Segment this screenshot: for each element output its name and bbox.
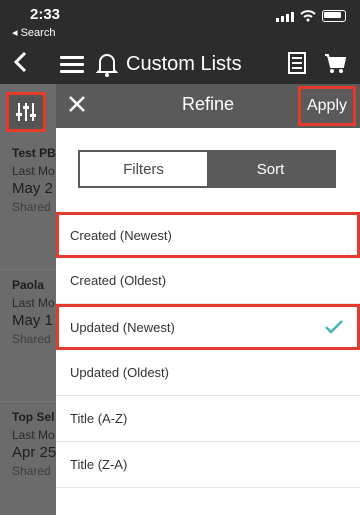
battery-icon xyxy=(322,10,346,22)
list-item-meta: Last Mo xyxy=(12,296,55,310)
sort-option-label: Title (A-Z) xyxy=(70,411,128,426)
list-item-shared: Shared xyxy=(12,464,51,478)
menu-icon[interactable] xyxy=(60,52,84,77)
tab-filters[interactable]: Filters xyxy=(80,152,207,186)
sort-option-updated-oldest[interactable]: Updated (Oldest) xyxy=(56,350,360,396)
apply-button[interactable]: Apply xyxy=(298,86,356,126)
bell-icon[interactable] xyxy=(96,51,118,77)
list-item-title: Paola xyxy=(12,278,45,292)
tab-sort[interactable]: Sort xyxy=(207,152,334,186)
sort-option-label: Updated (Oldest) xyxy=(70,365,169,380)
custom-lists-list: Test PB Last Mo May 2 Shared Paola Last … xyxy=(0,84,56,515)
sort-option-label: Created (Oldest) xyxy=(70,273,167,288)
back-to-search-link[interactable]: ◂ Search xyxy=(12,26,55,39)
list-item-shared: Shared xyxy=(12,332,51,346)
filter-toggle-button[interactable] xyxy=(6,92,46,132)
back-chevron-icon[interactable] xyxy=(0,50,40,78)
wifi-icon xyxy=(300,10,316,22)
sort-option-label: Title (Z-A) xyxy=(70,457,128,472)
sort-option-created-oldest[interactable]: Created (Oldest) xyxy=(56,258,360,304)
list-item-date: May 1 xyxy=(12,312,53,329)
sort-option-created-newest[interactable]: Created (Newest) xyxy=(56,212,360,258)
list-item-shared: Shared xyxy=(12,200,51,214)
list-item[interactable]: Top Sel Last Mo Apr 25 Shared xyxy=(0,404,56,515)
list-item-title: Top Sel xyxy=(12,410,55,424)
cellular-signal-icon xyxy=(276,12,294,22)
filter-sort-toggle: Filters Sort xyxy=(78,150,336,188)
list-item-meta: Last Mo xyxy=(12,164,55,178)
sliders-icon xyxy=(16,103,36,121)
sort-option-title-za[interactable]: Title (Z-A) xyxy=(56,442,360,488)
refine-panel: Refine Apply Filters Sort Created (Newes… xyxy=(56,84,360,515)
list-item[interactable]: Test PB Last Mo May 2 Shared xyxy=(0,140,56,270)
status-icons xyxy=(276,10,346,22)
status-bar: 2:33 ◂ Search xyxy=(0,0,360,44)
list-icon[interactable] xyxy=(288,52,306,74)
page-title: Custom Lists xyxy=(126,52,242,75)
checkmark-icon xyxy=(325,320,343,334)
refine-header: Refine Apply xyxy=(56,84,360,128)
list-item[interactable]: Paola Last Mo May 1 Shared xyxy=(0,272,56,402)
list-item-title: Test PB xyxy=(12,146,56,160)
list-item-date: May 2 xyxy=(12,180,53,197)
cart-icon[interactable] xyxy=(324,52,346,74)
app-header: Custom Lists xyxy=(0,44,360,84)
sort-option-label: Created (Newest) xyxy=(70,227,172,243)
sort-option-title-az[interactable]: Title (A-Z) xyxy=(56,396,360,442)
status-time: 2:33 xyxy=(30,6,61,23)
sort-option-label: Updated (Newest) xyxy=(70,319,175,335)
list-item-date: Apr 25 xyxy=(12,444,56,461)
sort-option-updated-newest[interactable]: Updated (Newest) xyxy=(56,304,360,350)
list-item-meta: Last Mo xyxy=(12,428,55,442)
